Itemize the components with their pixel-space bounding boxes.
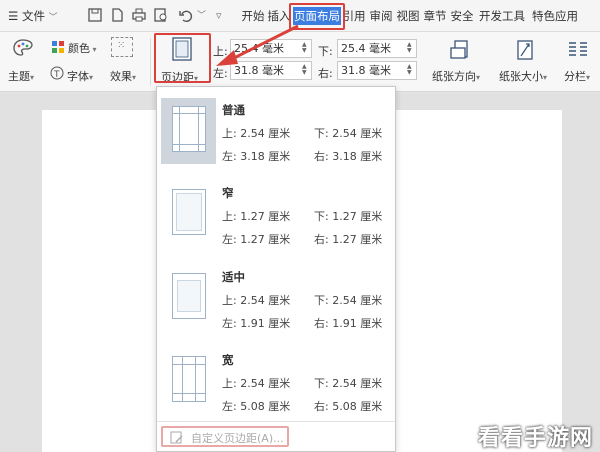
bottom-margin-value: 25.4 毫米: [341, 42, 391, 55]
preset-name: 适中: [222, 270, 245, 284]
preset-left-value: 左: 5.08 厘米: [222, 400, 291, 413]
columns-button[interactable]: 分栏▾: [560, 36, 598, 88]
preset-left-value: 左: 1.91 厘米: [222, 317, 291, 330]
page-thumbnail-icon: [172, 106, 206, 152]
font-icon[interactable]: T: [50, 66, 64, 80]
bottom-margin-label: 下:: [318, 45, 333, 58]
save-icon[interactable]: [87, 7, 103, 23]
right-margin-stepper-icon[interactable]: ▲ ▼: [407, 64, 414, 76]
custom-margins-label: 自定义页边距(A)...: [191, 432, 284, 445]
colors-label: 颜色: [68, 42, 90, 55]
effects-icon[interactable]: ⁙: [111, 37, 133, 57]
tab-featured-apps[interactable]: 特色应用: [529, 0, 581, 32]
margin-preset-wide-thumb: [161, 348, 216, 414]
hamburger-icon: ☰: [8, 9, 19, 23]
preset-right-value: 右: 1.27 厘米: [314, 233, 383, 246]
preset-bottom-value: 下: 2.54 厘米: [314, 127, 383, 140]
preset-top-value: 上: 2.54 厘米: [222, 294, 291, 307]
orientation-dropdown-icon: ▾: [476, 73, 481, 82]
color-grid-icon[interactable]: [51, 40, 65, 54]
tab-security[interactable]: 安全: [449, 0, 475, 32]
tab-review[interactable]: 审阅: [368, 0, 394, 32]
columns-icon: [569, 42, 587, 56]
preset-right-value: 右: 5.08 厘米: [314, 400, 383, 413]
undo-icon[interactable]: [178, 7, 194, 23]
preset-top-value: 上: 1.27 厘米: [222, 210, 291, 223]
tab-references[interactable]: 引用: [342, 0, 366, 32]
preset-name: 普通: [222, 103, 245, 117]
tab-view[interactable]: 视图: [395, 0, 421, 32]
margins-dropdown: 普通 上: 2.54 厘米 下: 2.54 厘米 左: 3.18 厘米 右: 3…: [156, 86, 396, 452]
colors-dropdown-icon: ▾: [90, 45, 97, 54]
margin-preset-wide[interactable]: 宽 上: 2.54 厘米 下: 2.54 厘米 左: 5.08 厘米 右: 5.…: [157, 344, 395, 426]
margin-preset-normal[interactable]: 普通 上: 2.54 厘米 下: 2.54 厘米 左: 3.18 厘米 右: 3…: [157, 94, 395, 176]
margin-preset-moderate[interactable]: 适中 上: 2.54 厘米 下: 2.54 厘米 左: 1.91 厘米 右: 1…: [157, 261, 395, 343]
orientation-button[interactable]: 纸张方向▾: [430, 36, 490, 88]
effects-label: 效果: [110, 70, 132, 83]
columns-dropdown-icon: ▾: [586, 73, 591, 82]
red-arrow-annotation: [216, 24, 299, 66]
right-margin-label: 右:: [318, 67, 333, 80]
preset-name: 宽: [222, 353, 234, 367]
preset-right-value: 右: 3.18 厘米: [314, 150, 383, 163]
preset-right-value: 右: 1.91 厘米: [314, 317, 383, 330]
colors-button[interactable]: 颜色 ▾: [68, 40, 97, 56]
preset-bottom-value: 下: 2.54 厘米: [314, 294, 383, 307]
page-size-label: 纸张大小: [499, 70, 543, 83]
export-pdf-icon[interactable]: [109, 7, 125, 23]
effects-dropdown-icon: ▾: [132, 73, 137, 82]
preset-bottom-value: 下: 2.54 厘米: [314, 377, 383, 390]
font-label: 字体: [67, 70, 89, 83]
file-menu[interactable]: ☰ 文件 ﹀: [8, 0, 58, 32]
theme-dropdown-icon: ▾: [30, 73, 35, 82]
theme-button[interactable]: 主题▾: [8, 68, 34, 84]
svg-text:T: T: [53, 70, 60, 80]
right-margin-value: 31.8 毫米: [341, 64, 391, 77]
margin-preset-moderate-thumb: [161, 265, 216, 331]
palette-icon[interactable]: [12, 38, 34, 58]
preset-left-value: 左: 1.27 厘米: [222, 233, 291, 246]
margin-preset-normal-thumb: [161, 98, 216, 164]
preset-top-value: 上: 2.54 厘米: [222, 127, 291, 140]
preset-top-value: 上: 2.54 厘米: [222, 377, 291, 390]
ribbon-divider: [150, 38, 151, 86]
chevron-down-icon: ﹀: [48, 13, 58, 23]
page-size-dropdown-icon: ▾: [543, 73, 548, 82]
dropdown-divider: [157, 421, 395, 422]
tab-developer-tools[interactable]: 开发工具: [476, 0, 528, 32]
font-button[interactable]: 字体▾: [67, 68, 93, 84]
orientation-label: 纸张方向: [432, 70, 476, 83]
margin-preset-narrow-thumb: [161, 181, 216, 247]
custom-margins-button[interactable]: 自定义页边距(A)...: [161, 426, 289, 447]
theme-label: 主题: [8, 70, 30, 83]
right-margin-input[interactable]: 31.8 毫米 ▲ ▼: [337, 61, 417, 80]
page-thumbnail-icon: [172, 356, 206, 402]
preset-bottom-value: 下: 1.27 厘米: [314, 210, 383, 223]
page-thumbnail-icon: [172, 273, 206, 319]
print-preview-icon[interactable]: [153, 7, 169, 23]
preset-left-value: 左: 3.18 厘米: [222, 150, 291, 163]
preset-name: 窄: [222, 186, 234, 200]
tab-chapter[interactable]: 章节: [422, 0, 448, 32]
margin-preset-narrow[interactable]: 窄 上: 1.27 厘米 下: 1.27 厘米 左: 1.27 厘米 右: 1.…: [157, 177, 395, 259]
watermark-text: 看看手游网: [478, 426, 594, 451]
columns-label: 分栏: [564, 70, 586, 83]
page-size-icon: [517, 40, 533, 60]
print-icon[interactable]: [131, 7, 147, 23]
page-orientation-icon: [450, 40, 468, 59]
font-dropdown-icon: ▾: [89, 73, 94, 82]
bottom-margin-input[interactable]: 25.4 毫米 ▲ ▼: [337, 39, 417, 58]
page-thumbnail-icon: [172, 189, 206, 235]
bottom-margin-stepper-icon[interactable]: ▲ ▼: [407, 42, 414, 54]
custom-margins-icon: [170, 431, 183, 444]
effects-button[interactable]: 效果▾: [110, 68, 136, 84]
page-size-button[interactable]: 纸张大小▾: [496, 36, 554, 88]
file-menu-label: 文件: [21, 9, 45, 23]
